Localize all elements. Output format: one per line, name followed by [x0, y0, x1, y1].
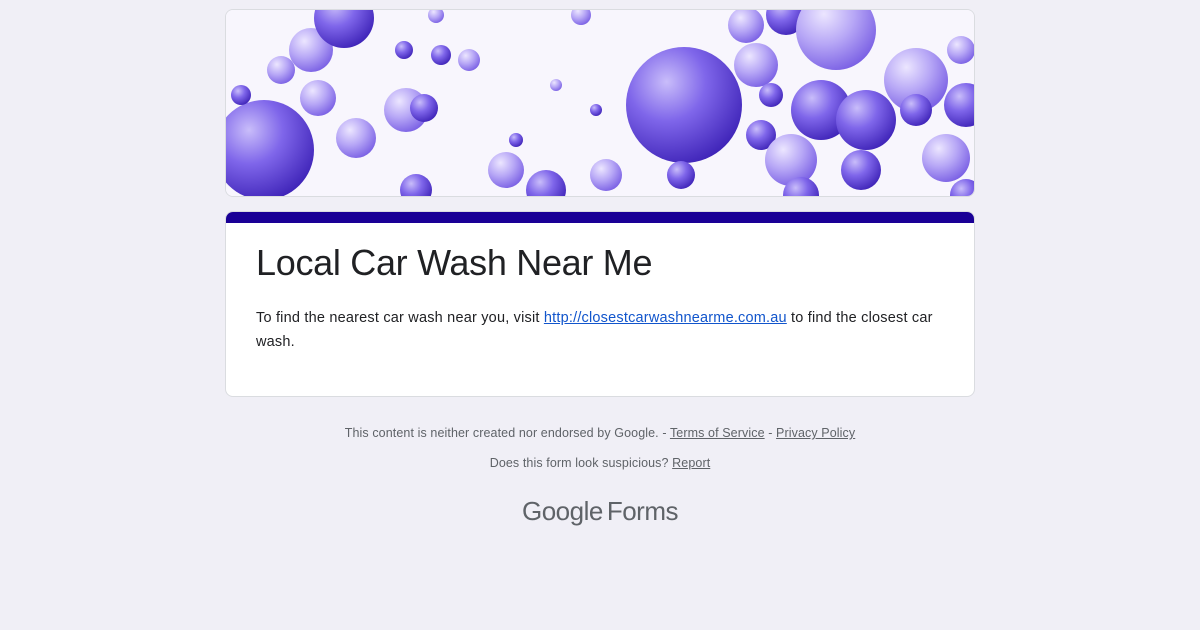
- footer-report: Does this form look suspicious? Report: [0, 456, 1200, 470]
- footer-separator: -: [764, 426, 777, 440]
- report-link[interactable]: Report: [672, 456, 710, 470]
- terms-of-service-link[interactable]: Terms of Service: [670, 426, 765, 440]
- bubbles-illustration: [226, 10, 974, 196]
- google-forms-logo[interactable]: Google Forms: [0, 496, 1200, 527]
- privacy-policy-link[interactable]: Privacy Policy: [776, 426, 855, 440]
- disclaimer-text: This content is neither created nor endo…: [344, 426, 670, 440]
- brand-forms: Forms: [606, 496, 679, 526]
- footer-disclaimer: This content is neither created nor endo…: [0, 426, 1200, 440]
- form-container: Local Car Wash Near Me To find the neare…: [225, 9, 975, 397]
- accent-bar: [226, 212, 974, 223]
- form-title-card: Local Car Wash Near Me To find the neare…: [225, 211, 975, 397]
- form-title: Local Car Wash Near Me: [256, 242, 653, 283]
- description-link[interactable]: http://closestcarwashnearme.com.au: [544, 310, 787, 326]
- description-text: To find the nearest car wash near you, v…: [256, 310, 544, 326]
- header-banner-image: [225, 9, 975, 197]
- brand-google: Google: [521, 496, 603, 526]
- form-description: To find the nearest car wash near you, v…: [256, 306, 946, 354]
- suspicious-question: Does this form look suspicious?: [489, 456, 673, 470]
